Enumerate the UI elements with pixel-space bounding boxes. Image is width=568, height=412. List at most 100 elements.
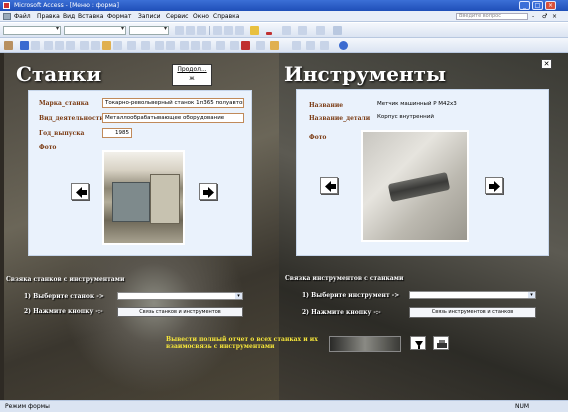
menu-format[interactable]: Формат [107,11,131,22]
menu-insert[interactable]: Вставка [78,11,103,22]
report-description: Вывести полный отчет о всех станках и их… [166,336,318,350]
tools-step1-label: 1) Выберите инструмент -> [302,292,400,299]
tool-name-field[interactable]: Метчик машинный Р М42х3 [375,100,525,110]
tool-select-combo[interactable]: ▾ [409,291,536,299]
bold-icon[interactable] [175,26,184,35]
chevron-down-icon[interactable]: ▾ [528,292,535,298]
italic-icon[interactable] [186,26,195,35]
view-icon[interactable] [4,41,13,50]
menu-edit[interactable]: Правка [37,11,60,22]
formatting-toolbar [0,23,568,38]
print-icon[interactable] [44,41,53,50]
search-icon[interactable] [31,41,40,50]
tool-name-label: Название [309,102,344,109]
machine-prev-button[interactable] [71,183,89,200]
font-combo[interactable] [64,25,126,35]
tooltip-continue: Продол... ж [172,64,212,86]
tool-next-button[interactable] [485,177,503,194]
minimize-button[interactable]: _ [519,1,530,10]
machine-brand-field[interactable]: Токарно-револьверный станок 1п365 полуав… [102,98,244,108]
machine-next-button[interactable] [199,183,217,200]
close-button[interactable]: × [545,1,556,10]
print-report-button[interactable] [433,336,449,350]
line-color-icon[interactable] [282,26,291,35]
machines-heading: Станки [16,62,102,86]
doc-restore-button[interactable]: ♂ [542,11,547,22]
hyperlink-icon[interactable] [141,41,150,50]
sort-desc-icon[interactable] [166,41,175,50]
release-year-field[interactable]: 1985 [102,128,132,138]
new-record-icon[interactable] [230,41,239,50]
tools-step2-label: 2) Нажмите кнопку -:- [302,309,381,316]
properties-icon[interactable] [292,41,301,50]
copy-icon[interactable] [91,41,100,50]
machine-panel-shape [150,174,180,224]
status-bar: Режим формы NUM [0,400,568,412]
maximize-button[interactable]: □ [532,1,543,10]
machine-select-combo[interactable]: ▾ [117,292,243,300]
menu-view[interactable]: Вид [63,11,75,22]
tool-prev-button[interactable] [320,177,338,194]
filter-form-icon[interactable] [191,41,200,50]
font-color-icon[interactable] [266,32,272,35]
machines-link-section-title: Свзяка станков с инструментами [6,276,125,283]
border-style-icon[interactable] [316,26,325,35]
link-machines-button[interactable]: Связь станков и инструментов [117,307,243,317]
printer-icon [437,340,447,348]
menu-window[interactable]: Окно [193,11,209,22]
menu-help[interactable]: Справка [213,11,239,22]
title-bar: Microsoft Access - [Меню : форма] _ □ × [0,0,568,11]
machines-step2-label: 2) Нажмите кнопку -:- [24,308,103,315]
fill-color-icon[interactable] [250,26,259,35]
menu-file[interactable]: Файл [14,11,31,22]
preview-icon[interactable] [55,41,64,50]
align-left-icon[interactable] [213,26,222,35]
apply-filter-icon[interactable] [202,41,211,50]
doc-minimize-button[interactable]: - [532,11,534,22]
report-preview-button[interactable] [410,336,426,350]
tooltip-label: Продол... [177,66,207,73]
menu-records[interactable]: Записи [138,11,161,22]
activity-type-field[interactable]: Металлообрабатывающее оборудование [102,113,244,123]
standard-toolbar [0,38,568,53]
new-object-icon[interactable] [270,41,279,50]
close-icon: ✕ [543,60,550,68]
menu-tools[interactable]: Сервис [166,11,188,22]
form-area: Станки Продол... ж Марка_станка Токарно-… [0,53,568,400]
save-icon[interactable] [20,41,29,50]
tool-photo-label: Фото [309,134,327,141]
toolbar-separator [209,26,210,35]
close-form-button[interactable]: ✕ [541,59,552,69]
line-width-icon[interactable] [298,26,307,35]
sort-asc-icon[interactable] [155,41,164,50]
status-num: NUM [515,403,530,410]
undo-icon[interactable] [127,41,136,50]
font-size-combo[interactable] [129,25,169,35]
status-mode: Режим формы [5,403,50,410]
align-center-icon[interactable] [224,26,233,35]
help-question-input[interactable]: Введите вопрос [456,13,528,20]
object-combo[interactable] [3,25,61,35]
release-year-label: Год_выпуска [39,130,85,137]
special-effect-icon[interactable] [333,26,342,35]
toolbox-icon[interactable] [320,41,329,50]
spelling-icon[interactable] [66,41,75,50]
delete-record-icon[interactable] [241,41,250,50]
report-image [329,336,401,352]
filter-icon[interactable] [180,41,189,50]
underline-icon[interactable] [197,26,206,35]
link-tools-button[interactable]: Связь инструментов и станков [409,307,536,318]
code-icon[interactable] [306,41,315,50]
database-window-icon[interactable] [256,41,265,50]
doc-close-button[interactable]: × [552,11,557,22]
machine-body-shape [112,182,150,222]
find-icon[interactable] [216,41,225,50]
chevron-down-icon[interactable]: ▾ [235,293,242,299]
part-name-field[interactable]: Корпус внутренний [375,113,525,123]
cut-icon[interactable] [80,41,89,50]
format-painter-icon[interactable] [113,41,122,50]
paste-icon[interactable] [102,41,111,50]
align-right-icon[interactable] [235,26,244,35]
help-icon[interactable] [339,41,348,50]
form-icon[interactable] [3,13,11,20]
